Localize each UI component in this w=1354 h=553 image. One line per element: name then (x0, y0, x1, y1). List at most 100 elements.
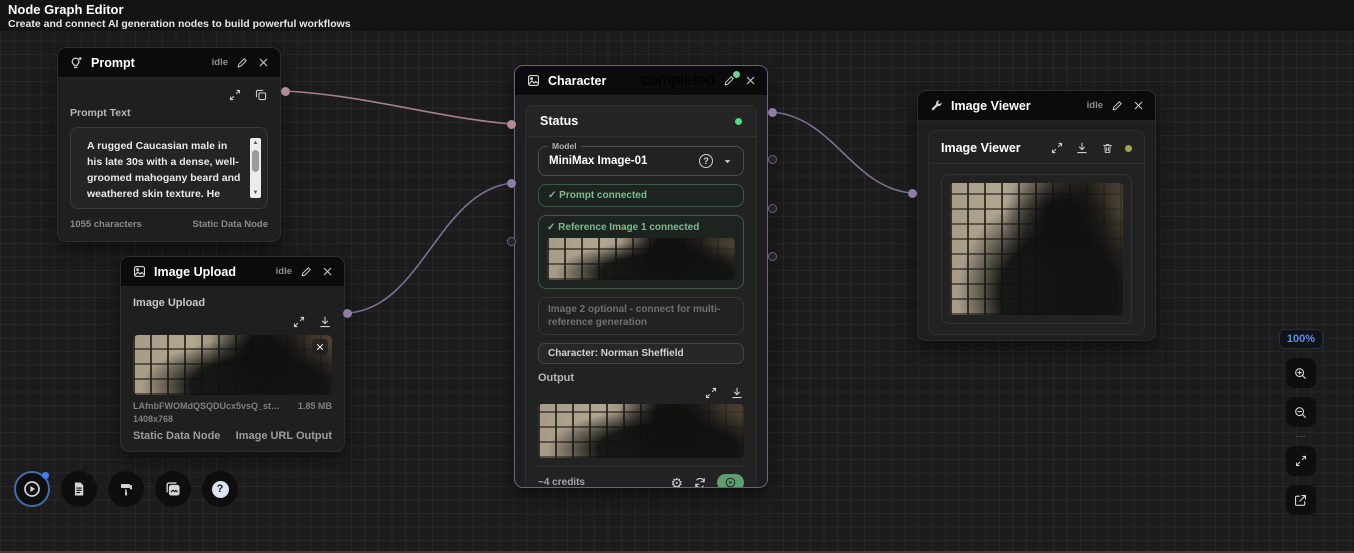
close-icon[interactable] (256, 56, 270, 70)
credits-estimate: ~4 credits (538, 477, 585, 488)
scrollbar[interactable]: ▲ ▼ (250, 138, 261, 198)
prompt-textarea[interactable]: A rugged Caucasian male in his late 30s … (70, 127, 268, 209)
uploaded-image-thumbnail[interactable] (133, 335, 332, 395)
documents-button[interactable] (61, 471, 97, 507)
port-viewer-input[interactable] (908, 189, 917, 198)
run-node-button[interactable] (717, 474, 744, 487)
lightbulb-icon (68, 55, 84, 71)
port-character-input-image2[interactable] (507, 237, 516, 246)
toolbar-notification-dot (42, 472, 49, 479)
close-icon[interactable] (320, 265, 334, 279)
port-prompt-output[interactable] (281, 87, 290, 96)
node-prompt[interactable]: Prompt idle Prompt Text A rugged Caucasi… (57, 47, 281, 242)
edge-prompt-to-character[interactable] (285, 90, 512, 125)
notification-dot (733, 70, 740, 78)
upload-node-title: Image Upload (154, 264, 236, 279)
zoom-in-button[interactable] (1285, 358, 1316, 388)
edit-icon[interactable] (299, 265, 313, 279)
character-name-field[interactable]: Character: Norman Sheffield (538, 343, 744, 364)
status-green-dot (735, 117, 742, 125)
chevron-down-icon (721, 155, 733, 167)
scroll-thumb[interactable] (252, 150, 259, 172)
file-size: 1.85 MB (297, 401, 332, 411)
port-character-output-2[interactable] (768, 155, 777, 164)
download-icon[interactable] (730, 386, 744, 400)
port-character-output-4[interactable] (768, 252, 777, 261)
reference-image-thumbnail[interactable] (547, 238, 735, 280)
edit-icon[interactable] (235, 56, 249, 70)
edge-upload-to-character[interactable] (346, 182, 513, 314)
reference-image-box[interactable]: ✓ Reference Image 1 connected (538, 215, 744, 289)
viewer-panel-label: Image Viewer (941, 141, 1021, 155)
viewer-node-header[interactable]: Image Viewer idle (918, 91, 1155, 121)
character-node-header[interactable]: Character completed (515, 66, 767, 96)
upload-field-label: Image Upload (133, 297, 206, 309)
output-image[interactable] (538, 404, 744, 458)
node-image-upload[interactable]: Image Upload idle Image Upload LAfnbFWOM… (120, 256, 345, 452)
model-select[interactable]: Model MiniMax Image-01 ? (538, 141, 744, 176)
wrench-icon (928, 98, 944, 114)
refresh-icon[interactable] (693, 476, 707, 487)
zoom-separator (1295, 436, 1306, 437)
port-character-input-image1[interactable] (507, 179, 516, 188)
scroll-down-icon[interactable]: ▼ (253, 189, 259, 197)
close-icon[interactable] (743, 74, 757, 88)
port-upload-output[interactable] (343, 309, 352, 318)
styles-button[interactable] (108, 471, 144, 507)
status-section: Status (526, 106, 756, 137)
prompt-connected-indicator: ✓ Prompt connected (538, 184, 744, 207)
question-mark-icon: ? (211, 480, 229, 498)
run-workflow-button[interactable] (14, 471, 50, 507)
paint-roller-icon (118, 481, 135, 498)
upload-node-type: Static Data Node (133, 430, 221, 442)
remove-image-icon[interactable] (312, 339, 328, 355)
copy-icon[interactable] (254, 88, 268, 102)
viewer-image-card[interactable] (941, 174, 1132, 324)
close-icon[interactable] (1131, 99, 1145, 113)
fit-view-icon (1294, 454, 1308, 468)
expand-icon[interactable] (228, 88, 242, 102)
edit-icon[interactable] (722, 70, 740, 88)
zoom-out-button[interactable] (1285, 397, 1316, 427)
upload-node-header[interactable]: Image Upload idle (121, 257, 344, 287)
zoom-level-indicator: 100% (1278, 329, 1323, 349)
share-export-icon (1293, 493, 1308, 508)
image-icon (525, 73, 541, 89)
viewer-image[interactable] (950, 183, 1123, 315)
character-node-title: Character (548, 73, 607, 88)
help-button[interactable]: ? (202, 471, 238, 507)
prompt-node-title: Prompt (91, 55, 135, 70)
download-icon[interactable] (318, 315, 332, 329)
settings-gear-icon[interactable]: ⚙ (670, 476, 683, 488)
node-character[interactable]: Character completed Status Model MiniMax… (514, 65, 768, 488)
scroll-up-icon[interactable]: ▲ (253, 139, 259, 147)
edit-icon[interactable] (1110, 99, 1124, 113)
image2-hint: Image 2 optional - connect for multi-ref… (538, 297, 744, 335)
node-image-viewer[interactable]: Image Viewer idle Image Viewer (917, 90, 1156, 341)
upload-status: idle (275, 266, 292, 277)
expand-icon[interactable] (292, 315, 306, 329)
port-character-output-3[interactable] (768, 204, 777, 213)
fit-view-button[interactable] (1285, 446, 1316, 476)
port-character-input-prompt[interactable] (507, 120, 516, 129)
gallery-button[interactable] (155, 471, 191, 507)
trash-icon[interactable] (1100, 141, 1114, 155)
model-value: MiniMax Image-01 (549, 155, 648, 167)
status-badge: completed (641, 71, 715, 89)
reference-connected-indicator: ✓ Reference Image 1 connected (547, 222, 700, 233)
bottom-toolbar: ? (14, 471, 238, 507)
prompt-text-label: Prompt Text (70, 107, 131, 119)
expand-icon[interactable] (1050, 141, 1064, 155)
share-button[interactable] (1285, 485, 1316, 515)
model-label: Model (548, 141, 581, 151)
model-help-icon[interactable]: ? (699, 154, 713, 168)
image-icon (131, 264, 147, 280)
edge-character-to-viewer[interactable] (771, 111, 913, 194)
port-character-output-1[interactable] (768, 108, 777, 117)
viewer-status-dot (1125, 144, 1132, 152)
output-label: Output (538, 372, 575, 384)
expand-icon[interactable] (704, 386, 718, 400)
zoom-out-icon (1293, 405, 1308, 420)
prompt-node-header[interactable]: Prompt idle (58, 48, 280, 78)
download-icon[interactable] (1075, 141, 1089, 155)
